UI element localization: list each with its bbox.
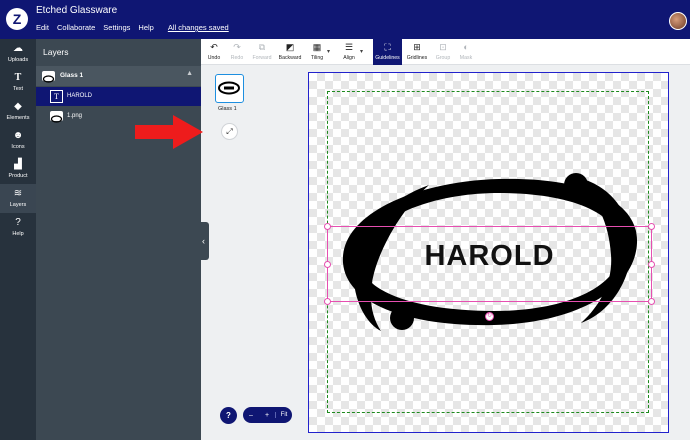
chevron-down-icon[interactable]: ▾ (327, 48, 330, 55)
tb-label: Forward (252, 55, 272, 61)
help-button[interactable]: ? (220, 407, 237, 424)
forward-icon: ⧉ (258, 42, 266, 52)
document-title[interactable]: Etched Glassware (36, 5, 117, 16)
red-arrow-annotation (135, 115, 203, 149)
layers-icon: ≋ (13, 188, 23, 199)
undo-button[interactable]: ↶ Undo (203, 39, 225, 65)
chevron-left-icon: ‹ (202, 236, 205, 246)
group-icon: ⊡ (439, 42, 447, 52)
layers-panel: Layers Glass 1 ▲ T HAROLD 1.png (36, 39, 201, 440)
rail-label: Elements (6, 115, 30, 121)
group-button[interactable]: ⊡ Group (432, 39, 454, 65)
menu-edit[interactable]: Edit (36, 23, 49, 32)
mask-icon: ◐ (463, 42, 469, 52)
link-icon[interactable]: ⤢ (221, 123, 238, 140)
rail-label: Product (8, 173, 28, 179)
rail-text[interactable]: T Text (0, 68, 36, 97)
undo-icon: ↶ (210, 42, 218, 52)
tb-label: Redo (230, 55, 244, 61)
design-canvas[interactable]: HAROLD ↻ (308, 72, 669, 433)
rail-layers[interactable]: ≋ Layers (0, 184, 36, 213)
menu-collaborate[interactable]: Collaborate (57, 23, 95, 32)
group-label: Glass 1 (60, 72, 84, 79)
zoom-fit-button[interactable]: Fit (275, 412, 292, 418)
product-icon: ▟ (14, 159, 22, 170)
tb-label: Tiling (310, 55, 324, 61)
panel-title: Layers (43, 47, 69, 57)
align-icon: ☰ (344, 42, 354, 52)
help-icon: ? (15, 217, 21, 228)
smiley-icon: ☻ (12, 130, 24, 141)
forward-button[interactable]: ⧉ Forward (249, 39, 275, 65)
layer-label: HAROLD (67, 93, 93, 99)
cloud-upload-icon: ☁ (13, 43, 23, 54)
mask-button[interactable]: ◐ Mask (455, 39, 477, 65)
resize-handle[interactable] (324, 261, 331, 268)
menu-bar: Edit Collaborate Settings Help All chang… (36, 23, 229, 32)
backward-button[interactable]: ◩ Backward (277, 39, 303, 65)
tiling-button[interactable]: ▦ Tiling (306, 39, 328, 65)
resize-handle[interactable] (324, 298, 331, 305)
left-rail: ☁ Uploads T Text ◆ Elements ☻ Icons ▟ Pr… (0, 39, 36, 440)
tb-label: Guidelines (375, 55, 400, 61)
layer-item-text[interactable]: T HAROLD (36, 87, 201, 106)
product-label: Glass 1 (218, 106, 237, 112)
align-button[interactable]: ☰ Align (338, 39, 360, 65)
collapse-panel-button[interactable]: ‹ (198, 222, 209, 260)
layer-label: 1.png (67, 113, 83, 119)
rail-label: Help (12, 231, 24, 237)
elements-icon: ◆ (14, 101, 22, 112)
resize-handle[interactable] (648, 261, 655, 268)
rotate-handle-icon[interactable]: ↻ (485, 312, 494, 321)
tb-label: Undo (207, 55, 221, 61)
group-thumbnail (42, 71, 55, 83)
product-thumbnail[interactable] (215, 74, 244, 103)
redo-icon: ↷ (233, 42, 241, 52)
zoom-in-button[interactable]: + (259, 412, 275, 419)
guidelines-button[interactable]: ⛶ Guidelines (373, 39, 402, 65)
rail-label: Text (12, 86, 24, 92)
glass-preview (218, 81, 240, 95)
rail-label: Uploads (7, 57, 29, 63)
selection-box[interactable] (324, 223, 655, 305)
tb-label: Mask (459, 55, 473, 61)
gridlines-button[interactable]: ⊞ Gridlines (404, 39, 430, 65)
tb-label: Gridlines (406, 55, 428, 61)
avatar[interactable] (669, 12, 687, 30)
tiling-icon: ▦ (312, 42, 322, 52)
top-bar: Z Etched Glassware Edit Collaborate Sett… (0, 0, 690, 39)
text-icon: T (14, 72, 22, 83)
chevron-down-icon[interactable]: ▾ (360, 48, 363, 55)
resize-handle[interactable] (324, 223, 331, 230)
layer-group-row[interactable]: Glass 1 ▲ (36, 66, 201, 86)
backward-icon: ◩ (285, 42, 295, 52)
tb-label: Align (343, 55, 355, 61)
chevron-up-icon[interactable]: ▲ (186, 70, 193, 77)
rail-elements[interactable]: ◆ Elements (0, 97, 36, 126)
rail-label: Layers (9, 202, 27, 208)
resize-handle[interactable] (648, 298, 655, 305)
redo-button[interactable]: ↷ Redo (226, 39, 248, 65)
menu-help[interactable]: Help (138, 23, 153, 32)
image-layer-thumbnail (50, 111, 63, 123)
rail-help[interactable]: ? Help (0, 213, 36, 242)
toolbar: ↶ Undo ↷ Redo ⧉ Forward ◩ Backward ▦ Til… (201, 39, 690, 65)
zoom-control: – + Fit (243, 407, 292, 423)
rail-icons[interactable]: ☻ Icons (0, 126, 36, 155)
tb-label: Backward (278, 55, 302, 61)
app-logo-icon[interactable]: Z (6, 8, 28, 30)
resize-handle[interactable] (648, 223, 655, 230)
zoom-out-button[interactable]: – (243, 412, 259, 419)
rail-product[interactable]: ▟ Product (0, 155, 36, 184)
save-status[interactable]: All changes saved (168, 23, 229, 32)
tb-label: Group (435, 55, 451, 61)
rail-label: Icons (11, 144, 25, 150)
menu-settings[interactable]: Settings (103, 23, 130, 32)
text-layer-icon: T (50, 90, 63, 103)
rail-uploads[interactable]: ☁ Uploads (0, 39, 36, 68)
gridlines-icon: ⊞ (413, 42, 421, 52)
guidelines-icon: ⛶ (384, 42, 391, 52)
